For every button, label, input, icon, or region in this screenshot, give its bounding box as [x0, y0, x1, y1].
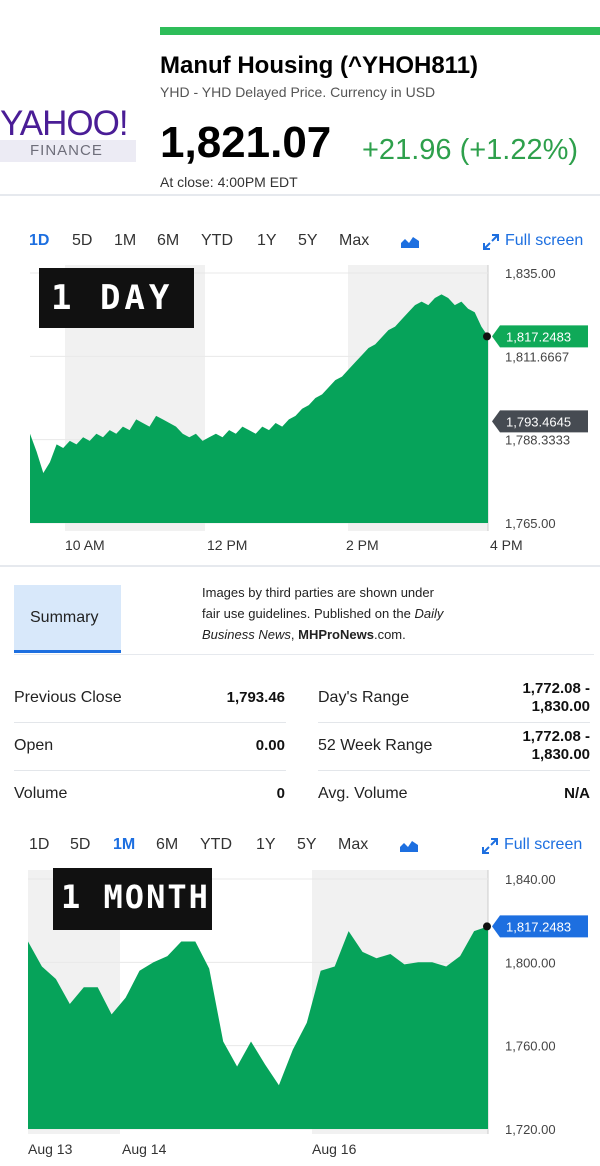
x-tick-label: Aug 13	[28, 1141, 73, 1157]
header-accent-bar	[160, 27, 600, 35]
divider	[0, 565, 600, 567]
tab-summary[interactable]: Summary	[14, 585, 121, 653]
stat-value: 1,772.08 -	[522, 728, 590, 745]
credit-line-3c: MHProNews	[298, 627, 374, 642]
y-tick-label: 1,765.00	[505, 516, 556, 531]
tab-ytd[interactable]: YTD	[201, 232, 233, 250]
tab-5y[interactable]: 5Y	[297, 836, 317, 854]
stat-label: Volume	[14, 785, 68, 802]
x-tick-label: 12 PM	[207, 537, 247, 553]
previous-close-text: 1,793.4645	[506, 414, 571, 429]
stat-label: Previous Close	[14, 689, 122, 706]
stat-value: 0	[276, 785, 285, 802]
divider	[14, 654, 594, 655]
tab-6m[interactable]: 6M	[156, 836, 178, 854]
credit-note: Images by third parties are shown under …	[202, 582, 502, 645]
row-divider	[318, 770, 590, 771]
tab-5y[interactable]: 5Y	[298, 232, 318, 250]
month-range-tabs: 1D 5D 1M 6M YTD 1Y 5Y Max Full screen	[0, 836, 600, 860]
y-tick-label: 1,835.00	[505, 266, 556, 281]
quote-change: +21.96 (+1.22%)	[362, 134, 579, 166]
x-axis-ticks: Aug 13 Aug 14 Aug 16	[28, 1141, 357, 1157]
stat-label: Open	[14, 737, 54, 754]
current-price-text: 1,817.2483	[506, 919, 571, 934]
quote-subtitle: YHD - YHD Delayed Price. Currency in USD	[160, 84, 436, 100]
x-tick-label: Aug 14	[122, 1141, 167, 1157]
fullscreen-icon[interactable]	[482, 233, 500, 251]
tab-1m[interactable]: 1M	[113, 836, 135, 854]
y-tick-label: 1,788.3333	[505, 433, 570, 448]
stat-label: 52 Week Range	[318, 737, 433, 754]
tab-summary-label: Summary	[30, 609, 99, 626]
row-divider	[14, 722, 286, 723]
current-dot	[483, 332, 491, 341]
divider	[0, 194, 600, 196]
quote-price: 1,821.07	[160, 118, 332, 167]
chart-type-icon[interactable]	[400, 235, 420, 249]
credit-line-2b: Daily	[414, 606, 444, 621]
stat-label: Avg. Volume	[318, 785, 408, 802]
stat-value: N/A	[564, 785, 590, 802]
y-tick-label: 1,760.00	[505, 1039, 556, 1054]
stat-label: Day's Range	[318, 689, 410, 706]
y-axis-ticks: 1,835.00 1,811.6667 1,788.3333 1,765.00	[505, 266, 570, 531]
credit-line-3d: .com.	[373, 627, 406, 642]
current-dot	[483, 922, 491, 931]
credit-line-1: Images by third parties are shown under	[202, 585, 434, 600]
close-time: At close: 4:00PM EDT	[160, 174, 298, 190]
stat-value: 1,830.00	[531, 698, 590, 715]
x-tick-label: 4 PM	[490, 537, 523, 553]
y-tick-label: 1,840.00	[505, 872, 556, 887]
y-axis-ticks: 1,840.00 1,800.00 1,760.00 1,720.00	[505, 872, 556, 1137]
tab-5d[interactable]: 5D	[70, 836, 90, 854]
tab-1d[interactable]: 1D	[29, 836, 49, 854]
logo-subtext: FINANCE	[30, 142, 103, 159]
quote-title: Manuf Housing (^YHOH811)	[160, 52, 479, 79]
chart-type-icon[interactable]	[399, 839, 419, 853]
tab-5d[interactable]: 5D	[72, 232, 92, 250]
tab-max[interactable]: Max	[339, 232, 369, 250]
tab-ytd[interactable]: YTD	[200, 836, 232, 854]
stat-value: 1,830.00	[531, 746, 590, 763]
stat-value: 0.00	[255, 737, 285, 754]
current-price-marker: 1,817.2483	[483, 915, 588, 938]
day-range-tabs: 1D 5D 1M 6M YTD 1Y 5Y Max Full screen	[0, 232, 600, 256]
y-tick-label: 1,811.6667	[505, 349, 569, 364]
period-banner-text: 1 DAY	[51, 278, 174, 318]
x-tick-label: Aug 16	[312, 1141, 357, 1157]
fullscreen-icon[interactable]	[481, 837, 499, 855]
row-divider	[318, 722, 590, 723]
tab-1y[interactable]: 1Y	[256, 836, 276, 854]
yahoo-finance-logo[interactable]: YAHOO! FINANCE	[0, 104, 140, 164]
stat-value: 1,772.08 -	[522, 680, 590, 697]
tab-max[interactable]: Max	[338, 836, 368, 854]
period-banner-text: 1 MONTH	[61, 878, 210, 916]
credit-line-3a: Business News	[202, 627, 291, 642]
period-banner: 1 MONTH	[53, 868, 212, 930]
logo-wordmark: YAHOO!	[0, 104, 129, 143]
x-axis-ticks: 10 AM 12 PM 2 PM 4 PM	[65, 537, 523, 553]
tab-6m[interactable]: 6M	[157, 232, 179, 250]
current-price-marker: 1,817.2483	[483, 325, 588, 348]
current-price-text: 1,817.2483	[506, 329, 571, 344]
row-divider	[14, 770, 286, 771]
stat-value: 1,793.46	[226, 689, 285, 706]
previous-close-marker: 1,793.4645	[492, 410, 588, 433]
y-tick-label: 1,800.00	[505, 955, 556, 970]
y-tick-label: 1,720.00	[505, 1122, 556, 1137]
fullscreen-link[interactable]: Full screen	[505, 232, 583, 250]
tab-1y[interactable]: 1Y	[257, 232, 277, 250]
x-tick-label: 2 PM	[346, 537, 379, 553]
period-banner: 1 DAY	[39, 268, 194, 328]
tab-1m[interactable]: 1M	[114, 232, 136, 250]
x-tick-label: 10 AM	[65, 537, 105, 553]
fullscreen-link[interactable]: Full screen	[504, 836, 582, 854]
tab-1d[interactable]: 1D	[29, 232, 49, 250]
credit-line-2a: fair use guidelines. Published on the	[202, 606, 415, 621]
